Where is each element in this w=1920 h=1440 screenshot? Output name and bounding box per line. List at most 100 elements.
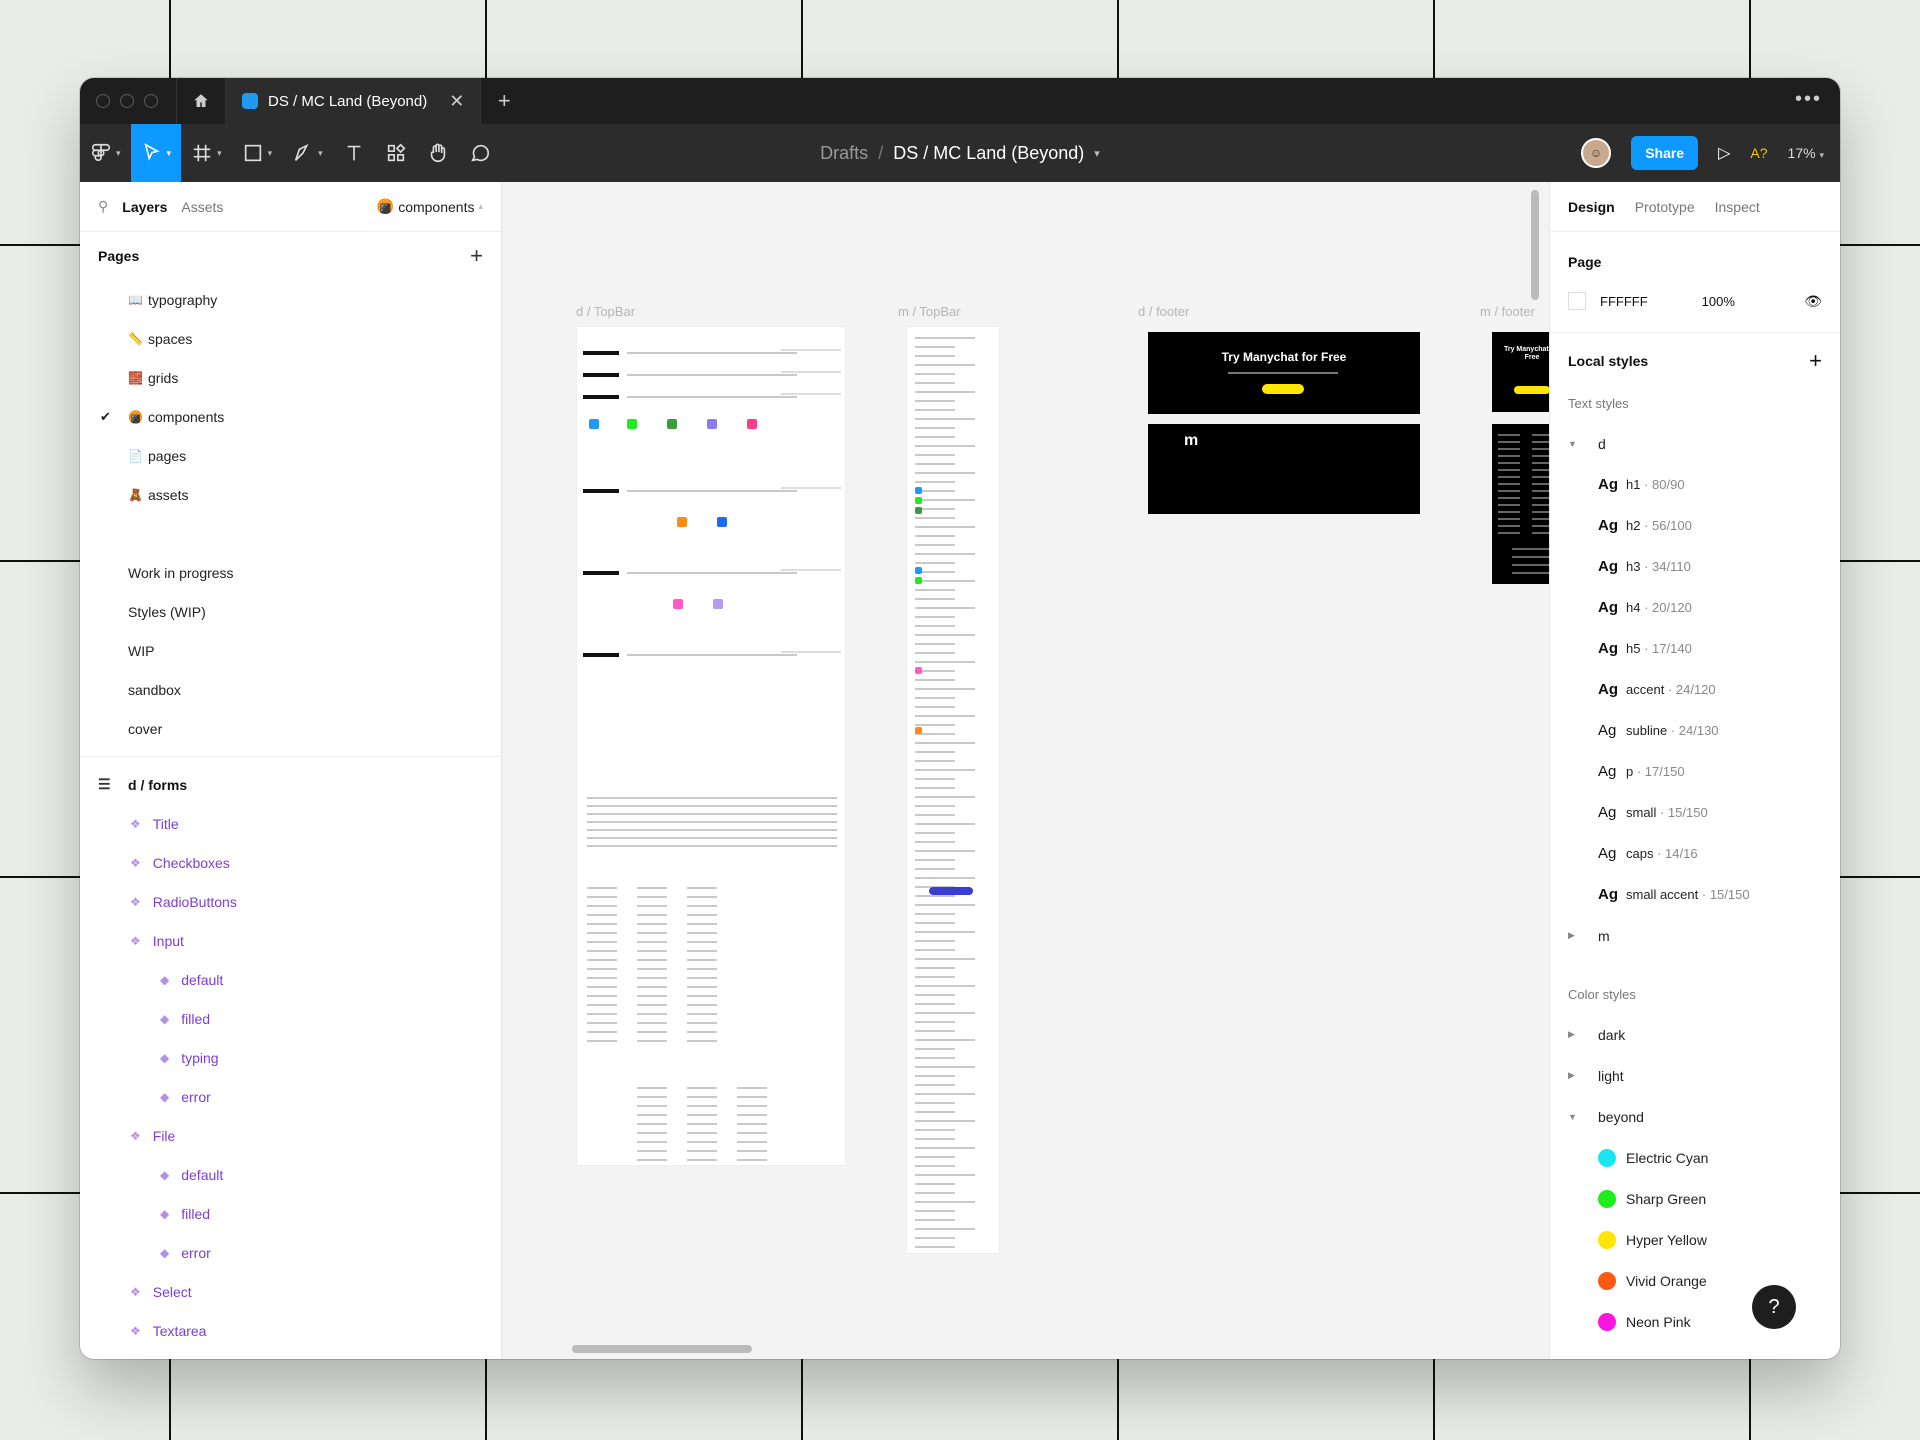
color-style-item[interactable]: Sharp Green: [1568, 1178, 1822, 1219]
color-group[interactable]: ▶ dark: [1568, 1014, 1822, 1055]
window-controls[interactable]: [80, 94, 176, 108]
page-item[interactable]: sandbox: [80, 670, 501, 709]
component-layer[interactable]: ❖ Checkboxes: [80, 843, 501, 882]
avatar[interactable]: ☺: [1581, 138, 1612, 168]
text-style-item[interactable]: Ag accent · 24/120: [1568, 669, 1822, 710]
add-style-button[interactable]: +: [1809, 348, 1822, 374]
share-button[interactable]: Share: [1631, 136, 1699, 170]
page-item[interactable]: Work in progress: [80, 553, 501, 592]
text-style-item[interactable]: Ag small accent · 15/150: [1568, 874, 1822, 915]
eye-icon[interactable]: 👁: [1804, 293, 1822, 310]
file-name[interactable]: DS / MC Land (Beyond): [893, 143, 1084, 164]
variant-layer[interactable]: ◆ typing: [80, 1038, 501, 1077]
zoom-dropdown[interactable]: 17% ▾: [1788, 145, 1824, 161]
page-color-swatch[interactable]: [1568, 292, 1586, 310]
color-style-item[interactable]: Electric Cyan: [1568, 1137, 1822, 1178]
frame-layer[interactable]: ☰ d / forms: [80, 765, 501, 804]
comment-tool[interactable]: [459, 124, 501, 182]
page-item[interactable]: 📖 typography: [80, 280, 501, 319]
pen-tool[interactable]: ▾: [282, 124, 333, 182]
text-style-item[interactable]: Ag h2 · 56/100: [1568, 505, 1822, 546]
page-item[interactable]: 📏 spaces: [80, 319, 501, 358]
text-group-m[interactable]: ▶ m: [1568, 915, 1822, 956]
variant-layer[interactable]: ◆ error: [80, 1077, 501, 1116]
text-style-item[interactable]: Ag small · 15/150: [1568, 792, 1822, 833]
tab-design[interactable]: Design: [1568, 199, 1615, 215]
text-style-item[interactable]: Ag h5 · 17/140: [1568, 628, 1822, 669]
variant-layer[interactable]: ◆ default: [80, 960, 501, 999]
color-style-item[interactable]: Hyper Yellow: [1568, 1219, 1822, 1260]
component-layer[interactable]: ❖ File: [80, 1116, 501, 1155]
canvas[interactable]: d / TopBar m / TopBar d / footer m / foo…: [502, 182, 1549, 1359]
text-tool[interactable]: [333, 124, 375, 182]
help-button[interactable]: ?: [1752, 1285, 1796, 1329]
component-layer[interactable]: ❖ Textarea: [80, 1311, 501, 1350]
vertical-scrollbar[interactable]: [1531, 190, 1539, 300]
page-item[interactable]: 🧸 assets: [80, 475, 501, 514]
component-layer[interactable]: ❖ Input: [80, 921, 501, 960]
tab-inspect[interactable]: Inspect: [1715, 199, 1760, 215]
d-footer-cta-frame[interactable]: Try Manychat for Free: [1148, 332, 1420, 414]
component-layer[interactable]: ❖ RadioButtons: [80, 882, 501, 921]
chevron-down-icon[interactable]: ▾: [1094, 147, 1100, 160]
tab-assets[interactable]: Assets: [181, 199, 223, 215]
hand-tool[interactable]: [417, 124, 459, 182]
component-layer[interactable]: ❖Field: [80, 1350, 501, 1359]
text-style-item[interactable]: Ag h4 · 20/120: [1568, 587, 1822, 628]
minimize-window-dot[interactable]: [120, 94, 134, 108]
text-group-d[interactable]: ▼ d: [1568, 423, 1822, 464]
tab-layers[interactable]: Layers: [122, 199, 167, 215]
m-footer-links-frame[interactable]: [1492, 424, 1549, 584]
accessibility-icon[interactable]: A?: [1750, 145, 1767, 161]
horizontal-scrollbar[interactable]: [572, 1345, 752, 1353]
home-icon[interactable]: [176, 78, 226, 124]
variant-layer[interactable]: ◆ default: [80, 1155, 501, 1194]
frame-label-d-footer[interactable]: d / footer: [1138, 304, 1189, 319]
page-item[interactable]: ✔ 🍘 components: [80, 397, 501, 436]
page-color-value[interactable]: FFFFFF: [1600, 294, 1648, 309]
color-group[interactable]: ▼ beyond: [1568, 1096, 1822, 1137]
maximize-window-dot[interactable]: [144, 94, 158, 108]
main-menu-button[interactable]: ▾: [80, 124, 131, 182]
m-footer-cta-frame[interactable]: Try Manychat for Free: [1492, 332, 1549, 412]
text-style-item[interactable]: Ag caps · 14/16: [1568, 833, 1822, 874]
present-button[interactable]: ▷: [1718, 143, 1730, 163]
text-style-item[interactable]: Ag h1 · 80/90: [1568, 464, 1822, 505]
text-style-item[interactable]: Ag subline · 24/130: [1568, 710, 1822, 751]
page-opacity[interactable]: 100%: [1702, 294, 1735, 309]
file-tab[interactable]: DS / MC Land (Beyond) ✕: [226, 78, 482, 124]
breadcrumb-drafts[interactable]: Drafts: [820, 143, 868, 164]
frame-label-m-footer[interactable]: m / footer: [1480, 304, 1535, 319]
page-item[interactable]: cover: [80, 709, 501, 748]
variant-layer[interactable]: ◆ filled: [80, 1194, 501, 1233]
frame-label-m-topbar[interactable]: m / TopBar: [898, 304, 961, 319]
variant-layer[interactable]: ◆ filled: [80, 999, 501, 1038]
d-footer-links-frame[interactable]: m: [1148, 424, 1420, 514]
frame-label-d-topbar[interactable]: d / TopBar: [576, 304, 635, 319]
text-style-item[interactable]: Ag h3 · 34/110: [1568, 546, 1822, 587]
component-layer[interactable]: ❖ Select: [80, 1272, 501, 1311]
page-item[interactable]: 📄 pages: [80, 436, 501, 475]
tab-prototype[interactable]: Prototype: [1635, 199, 1695, 215]
color-group[interactable]: ▶ light: [1568, 1055, 1822, 1096]
close-window-dot[interactable]: [96, 94, 110, 108]
close-tab-icon[interactable]: ✕: [449, 91, 464, 112]
move-tool[interactable]: ▾: [130, 124, 182, 182]
frame-tool[interactable]: ▾: [181, 124, 232, 182]
chevron-down-icon: ▼: [1568, 438, 1577, 449]
variant-layer[interactable]: ◆ error: [80, 1233, 501, 1272]
page-item[interactable]: Styles (WIP): [80, 592, 501, 631]
add-page-button[interactable]: +: [470, 243, 483, 269]
d-topbar-frame[interactable]: [576, 326, 846, 1166]
search-icon[interactable]: ⚲: [98, 198, 108, 215]
current-page-dropdown[interactable]: 🍘 components ▴: [377, 198, 483, 215]
m-topbar-frame[interactable]: [906, 326, 1000, 1254]
page-item[interactable]: 🧱 grids: [80, 358, 501, 397]
page-item[interactable]: WIP: [80, 631, 501, 670]
text-style-item[interactable]: Ag p · 17/150: [1568, 751, 1822, 792]
new-tab-button[interactable]: +: [481, 88, 527, 114]
resources-tool[interactable]: [375, 124, 417, 182]
component-layer[interactable]: ❖ Title: [80, 804, 501, 843]
shape-tool[interactable]: ▾: [232, 124, 283, 182]
more-menu-icon[interactable]: •••: [1795, 88, 1822, 111]
